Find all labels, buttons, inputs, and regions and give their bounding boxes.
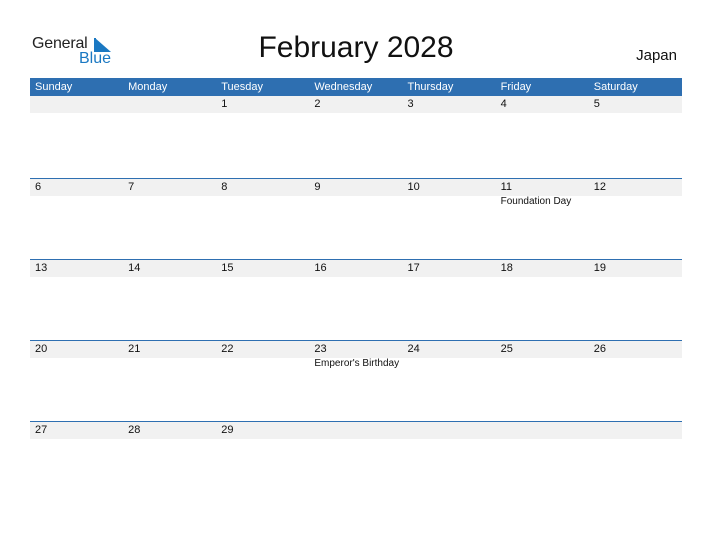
week-row: 27 28 29 (30, 421, 682, 502)
weekday-friday: Friday (500, 81, 532, 93)
day-cell: 12 (589, 179, 682, 259)
day-number: 8 (221, 181, 228, 193)
day-number: 24 (407, 343, 420, 355)
day-cell (589, 422, 682, 502)
weekday-wednesday: Wednesday (314, 81, 373, 93)
day-number: 11 (500, 181, 513, 193)
week-row: 1 2 3 4 5 (30, 96, 682, 178)
day-number: 23 (314, 343, 327, 355)
day-cell: 16 (309, 260, 402, 340)
day-number: 25 (500, 343, 513, 355)
week-row: 20 21 22 23 Emperor's Birthday 24 25 26 (30, 340, 682, 421)
day-number: 4 (500, 98, 507, 110)
day-cell: 6 (30, 179, 123, 259)
day-number: 2 (314, 98, 321, 110)
day-cell: 9 (309, 179, 402, 259)
day-cell: 13 (30, 260, 123, 340)
day-number: 3 (407, 98, 414, 110)
day-cell: 24 (403, 341, 496, 421)
day-number: 7 (128, 181, 135, 193)
week-row: 13 14 15 16 17 18 19 (30, 259, 682, 340)
day-cell: 29 (216, 422, 309, 502)
week-cells: 6 7 8 9 10 11 Foundation Day 12 (30, 179, 682, 259)
day-cell: 26 (589, 341, 682, 421)
day-cell: 4 (496, 96, 589, 176)
day-cell: 21 (123, 341, 216, 421)
week-cells: 13 14 15 16 17 18 19 (30, 260, 682, 340)
week-cells: 1 2 3 4 5 (30, 96, 682, 176)
day-cell (123, 96, 216, 176)
day-cell: 20 (30, 341, 123, 421)
weekday-thursday: Thursday (407, 81, 454, 93)
day-number: 16 (314, 262, 327, 274)
holiday-label: Emperor's Birthday (314, 358, 400, 369)
calendar-grid: Sunday Monday Tuesday Wednesday Thursday… (30, 78, 682, 502)
day-number: 13 (35, 262, 48, 274)
weekday-saturday: Saturday (593, 81, 638, 93)
day-number: 17 (407, 262, 420, 274)
day-cell: 22 (216, 341, 309, 421)
day-cell: 17 (403, 260, 496, 340)
day-cell (309, 422, 402, 502)
calendar-title: February 2028 (258, 31, 454, 64)
country-label: Japan (636, 47, 677, 64)
week-cells: 20 21 22 23 Emperor's Birthday 24 25 26 (30, 341, 682, 421)
day-number: 21 (128, 343, 141, 355)
week-cells: 27 28 29 (30, 422, 682, 502)
day-number: 9 (314, 181, 321, 193)
day-number: 6 (35, 181, 42, 193)
holiday-label: Foundation Day (500, 196, 572, 207)
day-number: 15 (221, 262, 234, 274)
day-cell: 15 (216, 260, 309, 340)
day-cell (496, 422, 589, 502)
day-number: 1 (221, 98, 228, 110)
day-cell: 3 (403, 96, 496, 176)
day-number: 28 (128, 424, 141, 436)
week-row: 6 7 8 9 10 11 Foundation Day 12 (30, 178, 682, 259)
day-number: 26 (593, 343, 606, 355)
day-cell (30, 96, 123, 176)
day-cell: 28 (123, 422, 216, 502)
weekday-header-row: Sunday Monday Tuesday Wednesday Thursday… (30, 78, 682, 96)
day-cell: 1 (216, 96, 309, 176)
day-cell: 8 (216, 179, 309, 259)
day-number: 19 (593, 262, 606, 274)
day-cell (403, 422, 496, 502)
day-cell: 18 (496, 260, 589, 340)
day-cell: 10 (403, 179, 496, 259)
weekday-monday: Monday (128, 81, 168, 93)
day-cell: 14 (123, 260, 216, 340)
day-number: 20 (35, 343, 48, 355)
weekday-sunday: Sunday (35, 81, 73, 93)
day-number: 10 (407, 181, 420, 193)
day-cell: 27 (30, 422, 123, 502)
day-number: 27 (35, 424, 48, 436)
day-number: 29 (221, 424, 234, 436)
day-cell: 7 (123, 179, 216, 259)
weekday-tuesday: Tuesday (221, 81, 264, 93)
day-number: 18 (500, 262, 513, 274)
day-cell: 23 Emperor's Birthday (309, 341, 402, 421)
day-number: 14 (128, 262, 141, 274)
day-cell: 19 (589, 260, 682, 340)
day-number: 22 (221, 343, 234, 355)
day-number: 12 (593, 181, 606, 193)
day-cell: 5 (589, 96, 682, 176)
day-cell: 11 Foundation Day (496, 179, 589, 259)
day-number: 5 (593, 98, 600, 110)
weeks-container: 1 2 3 4 5 6 7 8 9 10 11 Foundation Day 12 13 14 15 16 17 1… (30, 96, 682, 502)
day-cell: 25 (496, 341, 589, 421)
day-cell: 2 (309, 96, 402, 176)
